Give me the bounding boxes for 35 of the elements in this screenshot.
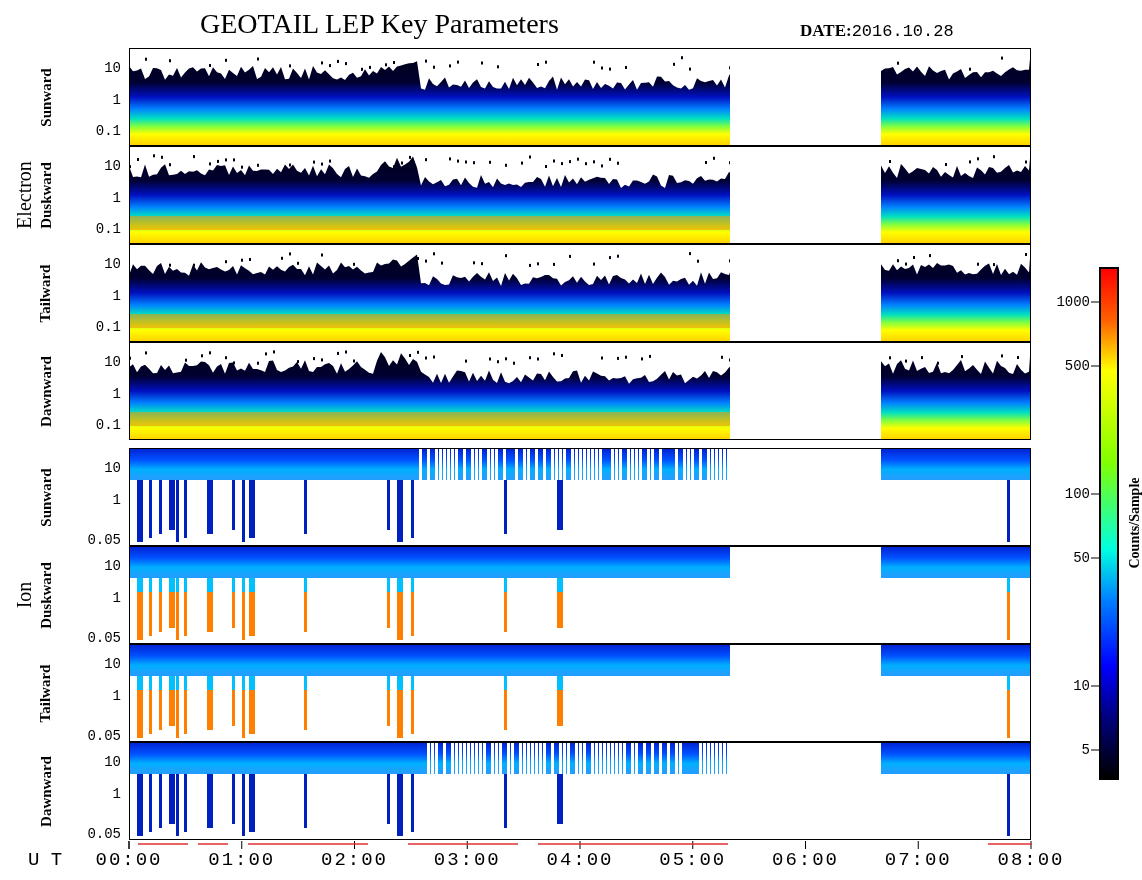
color-tick-label: 500 bbox=[1063, 359, 1090, 373]
color-tick-label: 1000 bbox=[1055, 295, 1090, 309]
y-tick-label: 0.05 bbox=[86, 827, 121, 841]
panel-label: Tailward bbox=[38, 264, 54, 322]
x-tick-label: 08:00 bbox=[996, 851, 1066, 870]
y-tick-label: 0.05 bbox=[86, 729, 121, 743]
x-tick-label: 01:00 bbox=[207, 851, 277, 870]
group-label: Electron bbox=[14, 161, 34, 229]
y-tick-label: 0.05 bbox=[86, 533, 121, 547]
panel-label: Duskward bbox=[38, 161, 54, 229]
color-tick-label: 100 bbox=[1063, 487, 1090, 501]
x-tick-label: 06:00 bbox=[771, 851, 840, 870]
axis-label: U T bbox=[28, 851, 63, 870]
x-tick-label: 03:00 bbox=[432, 851, 502, 870]
x-tick-label: 02:00 bbox=[320, 851, 389, 870]
color-tick-label: 5 bbox=[1080, 743, 1090, 757]
color-tick-label: 10 bbox=[1072, 679, 1090, 693]
y-tick-label: 0.05 bbox=[86, 631, 121, 645]
panel-label: Sunward bbox=[38, 467, 54, 527]
y-tick-label: 0.1 bbox=[94, 320, 121, 334]
color-scale-label: Counts/Sample bbox=[1128, 477, 1142, 569]
panel-label: Duskward bbox=[38, 561, 54, 629]
x-tick-label: 07:00 bbox=[883, 851, 953, 870]
y-tick-label: 0.1 bbox=[94, 124, 121, 138]
plot-title: GEOTAIL LEP Key Parameters bbox=[200, 10, 559, 38]
panel-label: Tailward bbox=[38, 664, 54, 722]
date-label: DATE:2016.10.28 bbox=[800, 22, 954, 40]
group-label: Ion bbox=[14, 581, 34, 609]
x-tick-label: 04:00 bbox=[545, 851, 615, 870]
x-tick-label: 00:00 bbox=[94, 851, 164, 870]
panel-label: Dawnward bbox=[38, 355, 54, 427]
color-tick-label: 50 bbox=[1072, 551, 1090, 565]
panel-label: Sunward bbox=[38, 67, 54, 127]
panel-label: Dawnward bbox=[38, 755, 54, 827]
x-tick-label: 05:00 bbox=[658, 851, 728, 870]
